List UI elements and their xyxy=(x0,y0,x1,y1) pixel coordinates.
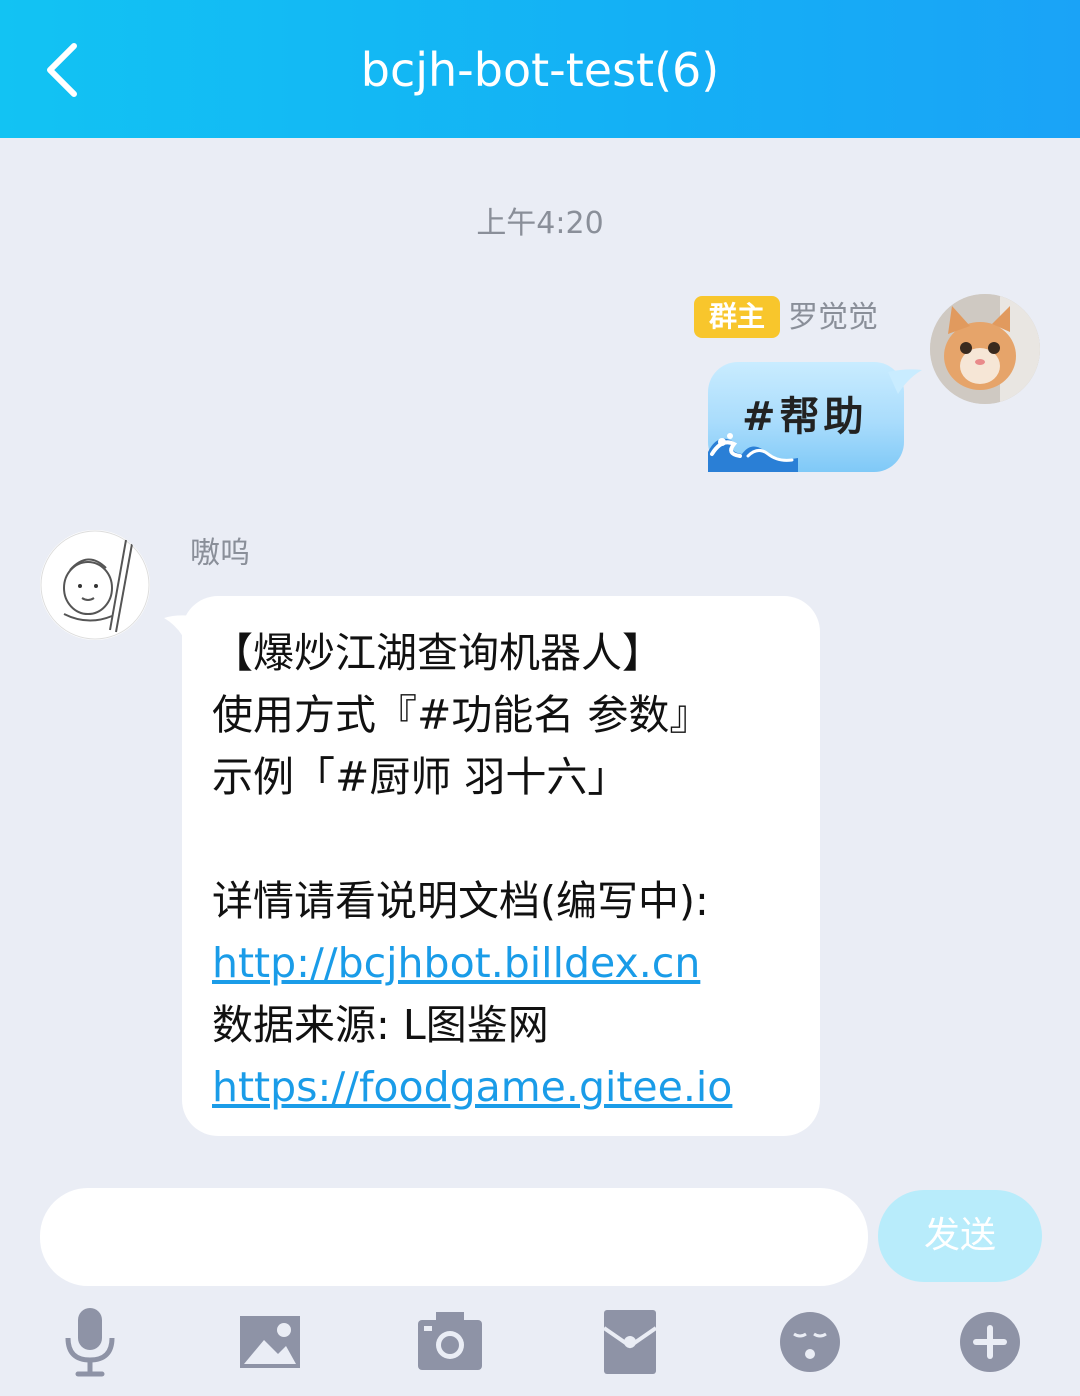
sent-message-text: #帮助 xyxy=(742,394,868,440)
plus-icon[interactable] xyxy=(954,1306,1026,1378)
send-button[interactable]: 发送 xyxy=(878,1190,1042,1282)
emoji-icon[interactable] xyxy=(774,1306,846,1378)
image-icon[interactable] xyxy=(234,1306,306,1378)
received-message-text: 【爆炒江湖查询机器人】 使用方式『#功能名 参数』 示例「#厨师 羽十六」 详情… xyxy=(212,622,812,1118)
sender-name: 嗷呜 xyxy=(190,536,250,571)
title-bar: bcjh-bot-test(6) xyxy=(0,0,1080,138)
owner-badge: 群主 xyxy=(694,296,780,338)
chat-title: bcjh-bot-test(6) xyxy=(360,43,720,97)
red-packet-icon[interactable] xyxy=(594,1306,666,1378)
message-line: 详情请看说明文档(编写中): xyxy=(212,877,709,925)
received-message-bubble[interactable]: 【爆炒江湖查询机器人】 使用方式『#功能名 参数』 示例「#厨师 羽十六」 详情… xyxy=(164,596,820,1136)
source-link[interactable]: https://foodgame.gitee.io xyxy=(212,1063,732,1111)
camera-icon[interactable] xyxy=(414,1306,486,1378)
cat-avatar-icon xyxy=(930,294,1040,404)
message-timestamp: 上午4:20 xyxy=(476,206,604,241)
message-line: 数据来源: L图鉴网 xyxy=(212,1001,549,1049)
sent-message-bubble[interactable]: #帮助 xyxy=(708,362,922,472)
avatar[interactable] xyxy=(40,530,150,640)
bubble-tail-icon xyxy=(888,369,922,394)
message-line: 【爆炒江湖查询机器人】 xyxy=(212,629,663,677)
avatar[interactable] xyxy=(930,294,1040,404)
microphone-icon[interactable] xyxy=(54,1306,126,1378)
bubble-tail-icon xyxy=(164,615,194,642)
sender-name: 罗觉觉 xyxy=(788,300,878,335)
docs-link[interactable]: http://bcjhbot.billdex.cn xyxy=(212,939,700,987)
message-line: 使用方式『#功能名 参数』 xyxy=(212,691,711,739)
sketch-avatar-icon xyxy=(40,530,150,640)
message-line: 示例「#厨师 羽十六」 xyxy=(212,753,629,801)
message-input[interactable] xyxy=(40,1188,868,1286)
